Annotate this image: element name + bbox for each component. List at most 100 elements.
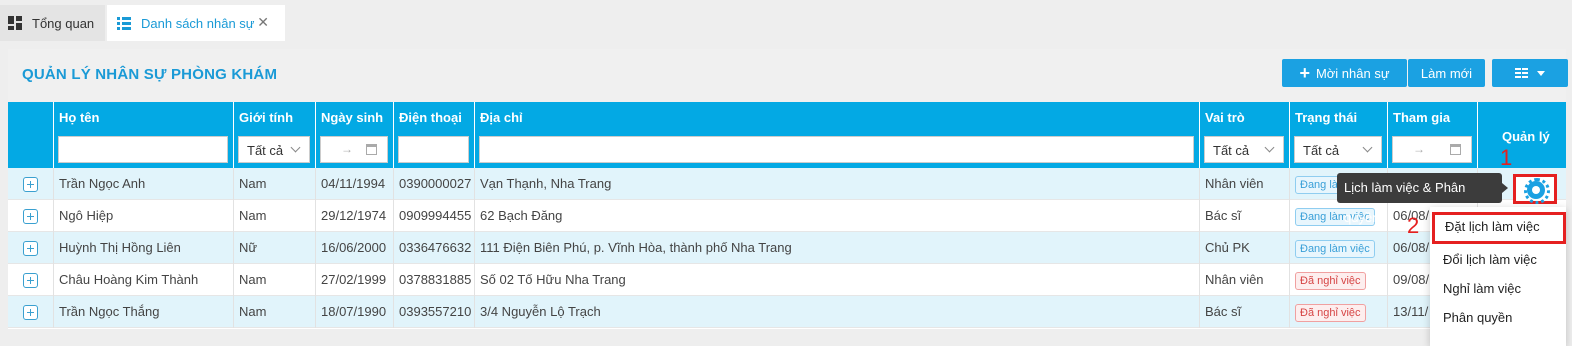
staff-panel: QUẢN LÝ NHÂN SỰ PHÒNG KHÁM + Mời nhân sự… <box>8 49 1568 329</box>
cell-name: Trần Ngọc Anh <box>54 168 234 200</box>
th-address-label: Địa chỉ <box>480 110 523 125</box>
cell-dob: 29/12/1974 <box>316 200 394 232</box>
invite-staff-label: Mời nhân sự <box>1315 65 1390 81</box>
expand-cell <box>8 232 54 264</box>
gender-filter-value: Tất cả <box>247 143 284 158</box>
th-joined: Tham gia → <box>1388 102 1478 168</box>
expand-row-icon[interactable] <box>23 305 38 320</box>
table-row[interactable]: Trần Ngọc Anh Nam 04/11/1994 0390000027 Vạn … <box>8 168 1566 200</box>
status-badge: Đã nghỉ việc <box>1295 271 1366 290</box>
cell-phone: 0393557210 <box>394 296 475 328</box>
expand-cell <box>8 200 54 232</box>
table-row[interactable]: Ngô Hiệp Nam 29/12/1974 0909994455 62 Bạch Đ… <box>8 200 1566 232</box>
columns-icon <box>1515 68 1528 78</box>
th-role-label: Vai trò <box>1205 110 1245 125</box>
cell-gender: Nam <box>234 168 316 200</box>
manage-gear-button[interactable] <box>1513 174 1557 204</box>
th-expand <box>8 102 54 168</box>
gender-filter-select[interactable]: Tất cả <box>238 136 310 163</box>
th-status: Trạng thái Tất cả <box>1290 102 1388 168</box>
status-filter-select[interactable]: Tất cả <box>1294 136 1382 163</box>
cell-dob: 27/02/1999 <box>316 264 394 296</box>
cell-address: Số 02 Tố Hữu Nha Trang <box>475 264 1200 296</box>
th-gender-label: Giới tính <box>239 110 294 125</box>
cell-name: Châu Hoàng Kim Thành <box>54 264 234 296</box>
cell-status: Đã nghỉ việc <box>1290 296 1388 328</box>
cell-gender: Nam <box>234 200 316 232</box>
cell-role: Chủ PK <box>1200 232 1290 264</box>
cell-role: Bác sĩ <box>1200 200 1290 232</box>
plus-icon: + <box>1299 63 1310 83</box>
cell-address: 62 Bạch Đăng <box>475 200 1200 232</box>
expand-cell <box>8 264 54 296</box>
annotation-1: 1 <box>1500 145 1513 170</box>
menu-permissions[interactable]: Phân quyền <box>1430 303 1566 332</box>
menu-change-schedule[interactable]: Đổi lịch làm việc <box>1430 245 1566 274</box>
expand-cell <box>8 168 54 200</box>
tab-overview-label: Tổng quan <box>32 15 95 31</box>
calendar-icon <box>366 144 377 155</box>
th-name-label: Họ tên <box>59 110 100 125</box>
cell-phone: 0390000027 <box>394 168 475 200</box>
refresh-button[interactable]: Làm mới <box>1408 59 1485 87</box>
role-filter-select[interactable]: Tất cả <box>1204 136 1284 163</box>
cell-role: Nhân viên <box>1200 264 1290 296</box>
expand-cell <box>8 296 54 328</box>
invite-staff-button[interactable]: + Mời nhân sự <box>1282 59 1407 87</box>
cell-status: Đang làm việc <box>1290 232 1388 264</box>
chevron-down-icon <box>290 142 301 153</box>
tab-staff-list-label: Danh sách nhân sự <box>141 15 255 31</box>
calendar-icon <box>1450 144 1461 155</box>
th-manage: Quản lý <box>1478 102 1566 168</box>
th-phone-label: Điện thoại <box>399 110 462 125</box>
tab-bar: Tổng quan Danh sách nhân sự ✕ <box>0 0 1572 41</box>
expand-row-icon[interactable] <box>23 177 38 192</box>
name-filter-input[interactable] <box>58 136 228 163</box>
tab-staff-list[interactable]: Danh sách nhân sự ✕ <box>107 5 285 41</box>
cell-gender: Nam <box>234 296 316 328</box>
expand-row-icon[interactable] <box>23 209 38 224</box>
chevron-down-icon <box>1264 142 1275 153</box>
phone-filter-input[interactable] <box>398 136 469 163</box>
cell-phone: 0909994455 <box>394 200 475 232</box>
status-filter-value: Tất cả <box>1303 143 1340 158</box>
cell-name: Huỳnh Thị Hồng Liên <box>54 232 234 264</box>
cell-name: Trần Ngọc Thắng <box>54 296 234 328</box>
table-row[interactable]: Trần Ngọc Thắng Nam 18/07/1990 0393557210 3/… <box>8 296 1566 328</box>
close-tab-icon[interactable]: ✕ <box>257 14 269 31</box>
status-badge: Đã nghỉ việc <box>1295 303 1366 322</box>
page-title: QUẢN LÝ NHÂN SỰ PHÒNG KHÁM <box>22 66 278 83</box>
th-phone: Điện thoại <box>394 102 475 168</box>
caret-down-icon <box>1537 70 1545 76</box>
th-dob-label: Ngày sinh <box>321 110 384 125</box>
list-icon <box>117 16 131 30</box>
expand-row-icon[interactable] <box>23 273 38 288</box>
column-settings-button[interactable] <box>1492 59 1568 87</box>
cell-name: Ngô Hiệp <box>54 200 234 232</box>
menu-schedule-work[interactable]: Đặt lịch làm việc <box>1432 212 1566 244</box>
th-gender: Giới tính Tất cả <box>234 102 316 168</box>
status-badge: Đang làm việc <box>1295 239 1375 258</box>
th-role: Vai trò Tất cả <box>1200 102 1290 168</box>
role-filter-value: Tất cả <box>1213 143 1250 158</box>
menu-leave[interactable]: Nghỉ làm việc <box>1430 274 1566 303</box>
th-status-label: Trạng thái <box>1295 110 1358 125</box>
cell-address: Vạn Thạnh, Nha Trang <box>475 168 1200 200</box>
range-arrow-icon: → <box>1413 142 1425 156</box>
th-dob: Ngày sinh → <box>316 102 394 168</box>
table-row[interactable]: Châu Hoàng Kim Thành Nam 27/02/1999 0378831… <box>8 264 1566 296</box>
cell-gender: Nữ <box>234 232 316 264</box>
table-row[interactable]: Huỳnh Thị Hồng Liên Nữ 16/06/2000 033647663… <box>8 232 1566 264</box>
th-name: Họ tên <box>54 102 234 168</box>
address-filter-input[interactable] <box>479 136 1194 163</box>
cell-phone: 0378831885 <box>394 264 475 296</box>
tab-overview[interactable]: Tổng quan <box>0 5 105 41</box>
manage-dropdown-menu: Đặt lịch làm việc Đổi lịch làm việc Nghỉ… <box>1430 207 1566 346</box>
th-address: Địa chỉ <box>475 102 1200 168</box>
dob-filter-range[interactable]: → <box>320 136 388 163</box>
dashboard-icon <box>8 16 22 30</box>
joined-filter-range[interactable]: → <box>1392 136 1472 163</box>
expand-row-icon[interactable] <box>23 241 38 256</box>
gear-icon <box>1524 178 1550 204</box>
cell-dob: 04/11/1994 <box>316 168 394 200</box>
